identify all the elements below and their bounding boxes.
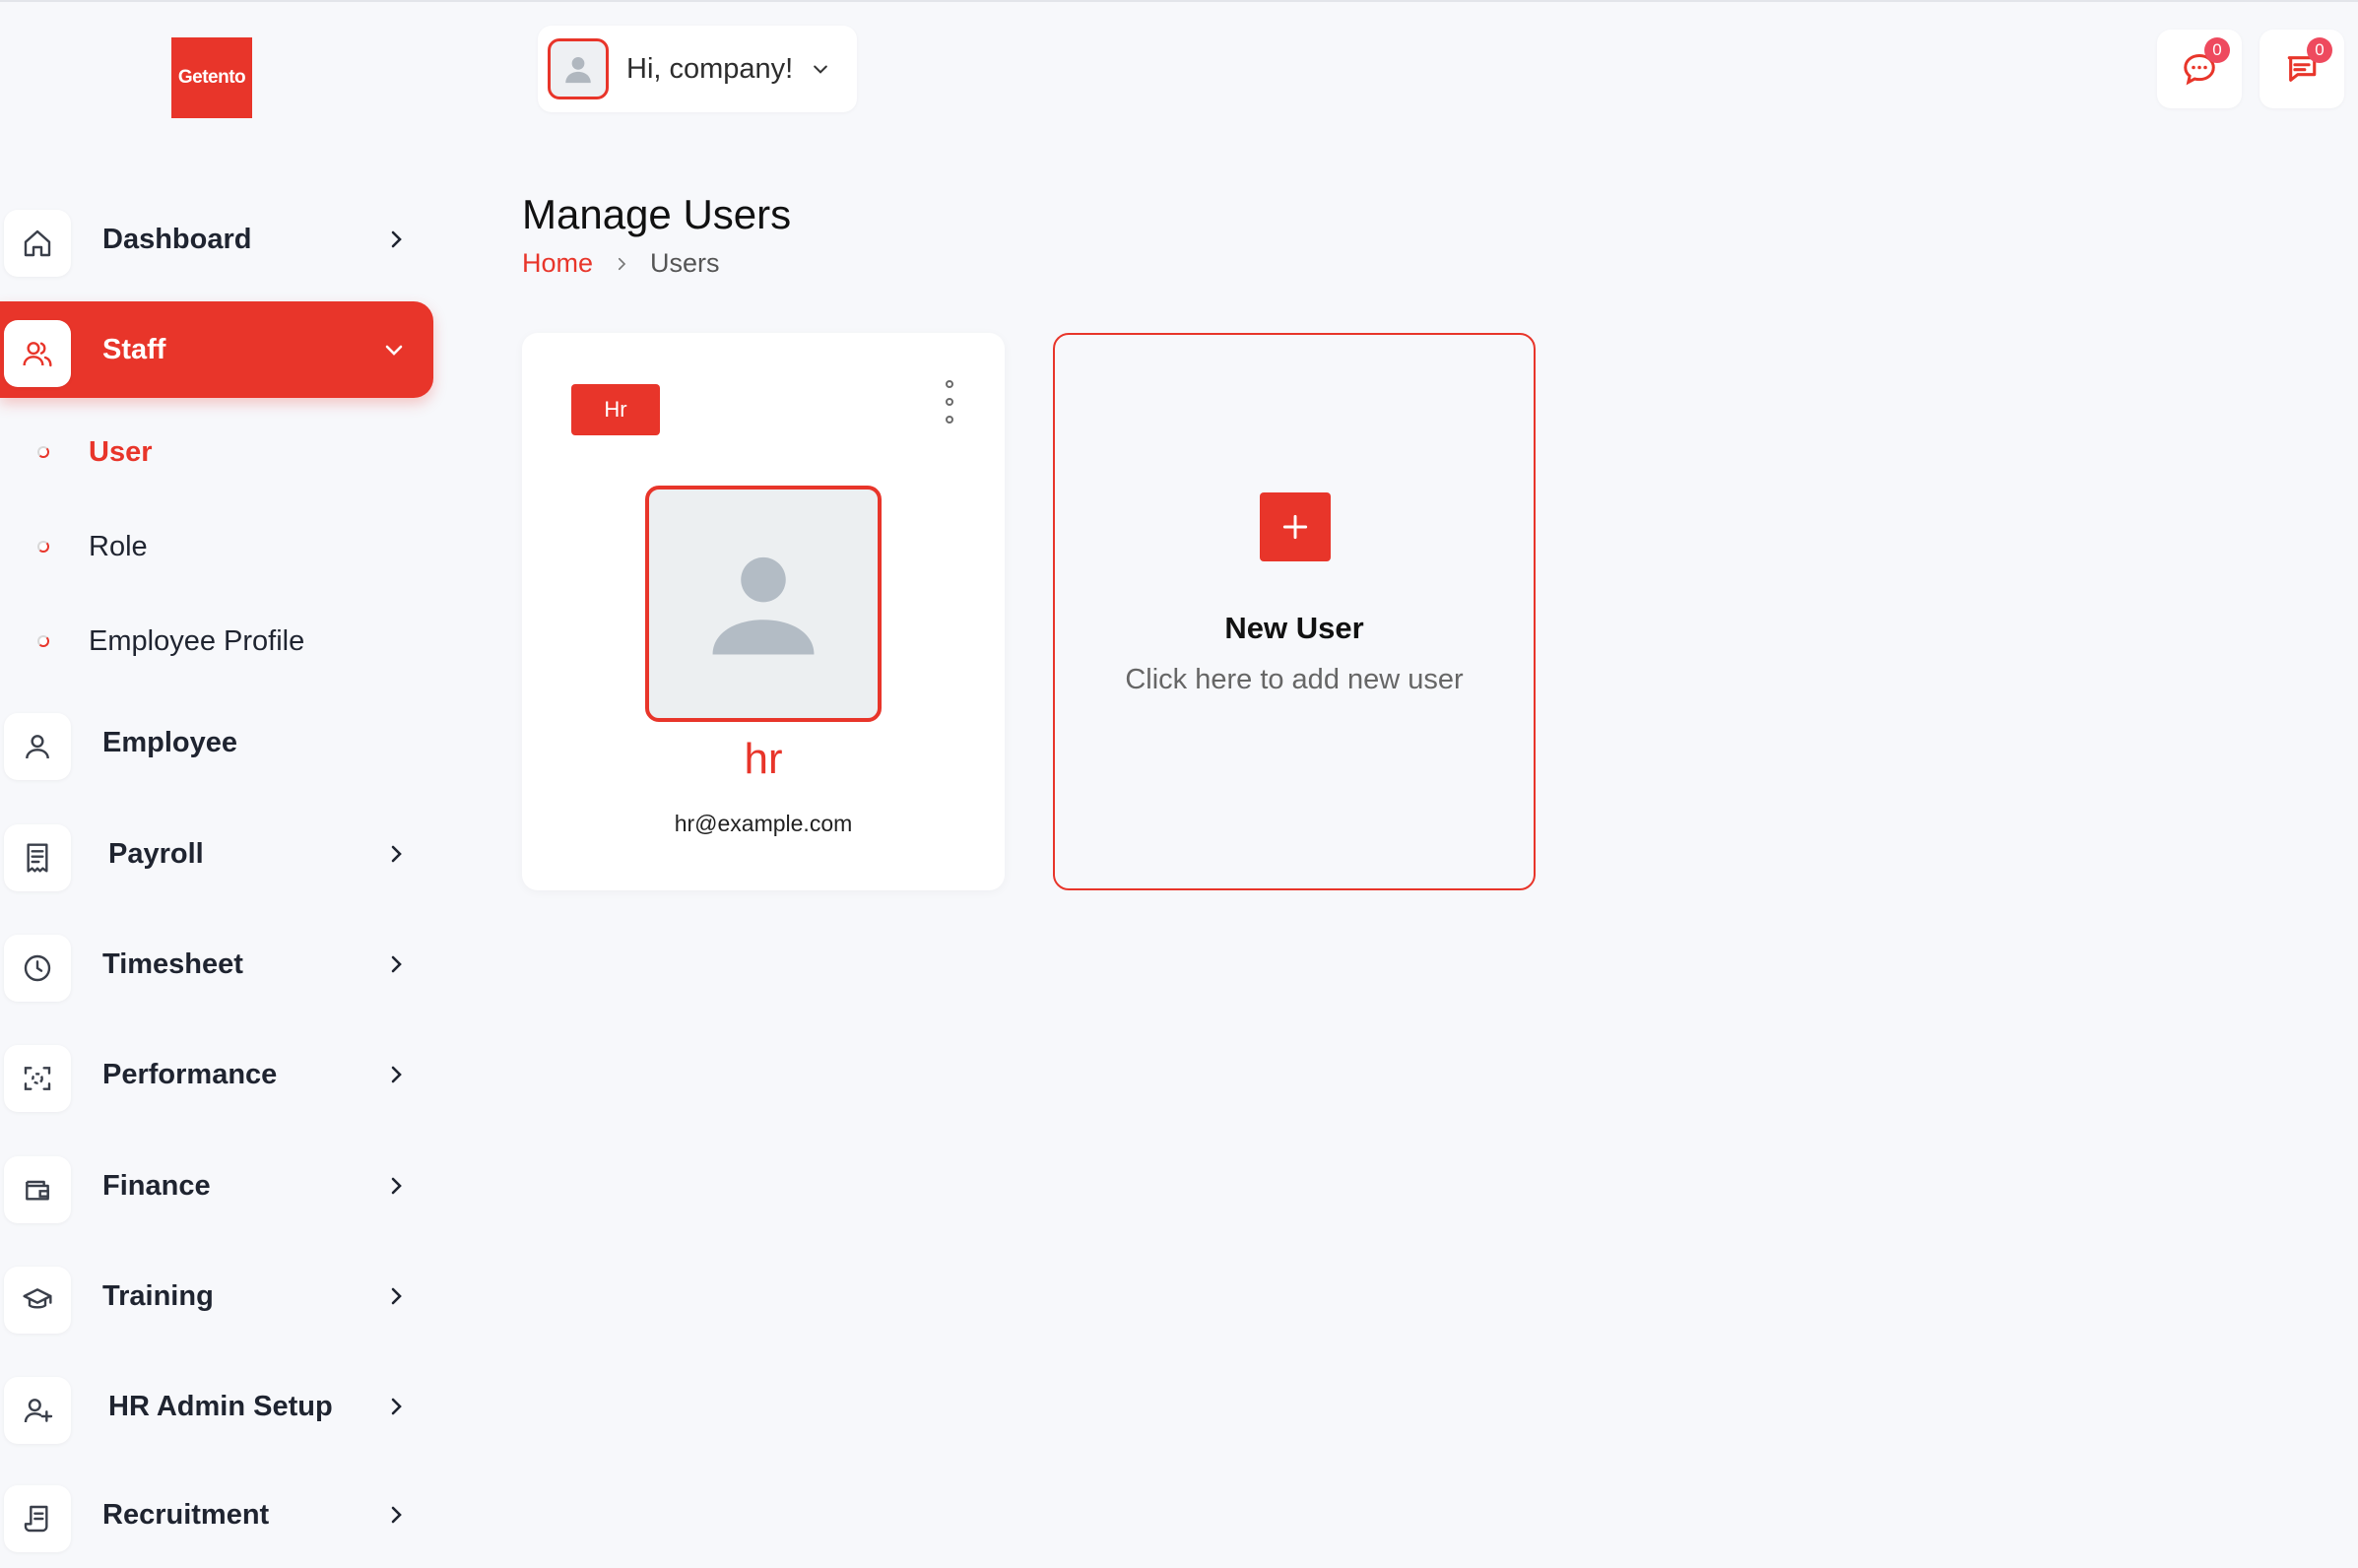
sidebar-item-label: Training (102, 1279, 214, 1312)
sidebar-item-label: Timesheet (102, 947, 243, 980)
sidebar-item-staff[interactable]: Staff (0, 301, 433, 398)
user-icon (4, 713, 71, 780)
sidebar-subitem-label: Employee Profile (89, 624, 305, 657)
user-avatar (548, 38, 609, 99)
breadcrumb-home-link[interactable]: Home (522, 248, 593, 279)
chevron-right-icon (384, 916, 408, 1013)
notifications-count-badge: 0 (2307, 37, 2332, 63)
wallet-icon (4, 1156, 71, 1223)
sidebar-item-hr-admin-setup[interactable]: HR Admin Setup (0, 1358, 433, 1455)
bullet-icon (37, 541, 49, 553)
greeting-text: Hi, company! (626, 52, 794, 85)
user-card: Hr hr hr@example.com (522, 333, 1005, 890)
logo-text: Getento (177, 67, 246, 88)
sidebar-subitem-role[interactable]: Role (0, 517, 433, 576)
sidebar-item-dashboard[interactable]: Dashboard (0, 191, 433, 288)
chevron-right-icon (384, 191, 408, 288)
add-user-button[interactable] (1260, 492, 1331, 561)
user-plus-icon (4, 1377, 71, 1444)
sidebar-subitem-label: Role (89, 530, 148, 562)
sidebar-item-label: Recruitment (102, 1498, 270, 1531)
user-avatar-large (645, 486, 882, 722)
sidebar-item-timesheet[interactable]: Timesheet (0, 916, 433, 1013)
new-user-subtitle: Click here to add new user (1125, 664, 1464, 695)
graduation-cap-icon (4, 1267, 71, 1334)
new-user-card[interactable]: New User Click here to add new user (1053, 333, 1536, 890)
sidebar-item-payroll[interactable]: Payroll (0, 806, 433, 902)
chevron-down-icon (382, 301, 406, 398)
users-icon (4, 320, 71, 387)
receipt-icon (4, 824, 71, 891)
target-icon (4, 1045, 71, 1112)
messages-button[interactable]: 0 (2157, 30, 2242, 108)
messages-count-badge: 0 (2204, 37, 2230, 63)
chevron-right-icon (384, 806, 408, 902)
sidebar-item-finance[interactable]: Finance (0, 1138, 433, 1234)
new-user-title: New User (1224, 611, 1364, 645)
sidebar-item-label: Performance (102, 1058, 278, 1090)
bullet-icon (37, 446, 49, 458)
home-icon (4, 210, 71, 277)
breadcrumb: Home Users (522, 248, 720, 279)
sidebar-item-performance[interactable]: Performance (0, 1026, 433, 1123)
top-border (0, 0, 2358, 2)
sidebar-item-training[interactable]: Training (0, 1248, 433, 1344)
sidebar-item-label: Staff (102, 333, 166, 365)
user-email: hr@example.com (674, 811, 853, 836)
chevron-right-icon (384, 1467, 408, 1563)
user-name: hr (744, 735, 783, 783)
sidebar-item-label: Finance (102, 1169, 211, 1202)
more-options-icon[interactable] (938, 380, 961, 424)
sidebar-item-label: Dashboard (102, 223, 252, 255)
bullet-icon (37, 635, 49, 647)
chevron-right-icon (384, 1138, 408, 1234)
sidebar-item-employee[interactable]: Employee (0, 694, 433, 791)
sidebar-item-label: HR Admin Setup (108, 1390, 333, 1422)
sidebar-item-label: Employee (102, 726, 237, 758)
sidebar-subitem-label: User (89, 435, 153, 468)
company-logo[interactable]: Getento (171, 37, 252, 118)
sidebar-item-recruitment[interactable]: Recruitment (0, 1467, 433, 1563)
person-icon (565, 56, 591, 84)
chevron-right-icon (384, 1026, 408, 1123)
sidebar-subitem-employee-profile[interactable]: Employee Profile (0, 612, 433, 671)
role-badge: Hr (571, 384, 660, 435)
document-icon (4, 1485, 71, 1552)
chevron-right-icon (384, 1358, 408, 1455)
page-title: Manage Users (522, 191, 792, 237)
user-menu-dropdown[interactable]: Hi, company! (538, 26, 857, 112)
sidebar-subitem-user[interactable]: User (0, 423, 433, 482)
notifications-button[interactable]: 0 (2260, 30, 2344, 108)
breadcrumb-current: Users (650, 248, 720, 278)
sidebar-item-label: Payroll (108, 837, 204, 870)
chevron-right-icon (384, 1248, 408, 1344)
clock-icon (4, 935, 71, 1002)
plus-icon (1282, 514, 1308, 540)
person-placeholder-icon (712, 556, 815, 655)
chevron-down-icon (811, 59, 830, 79)
chevron-right-icon (613, 255, 630, 273)
